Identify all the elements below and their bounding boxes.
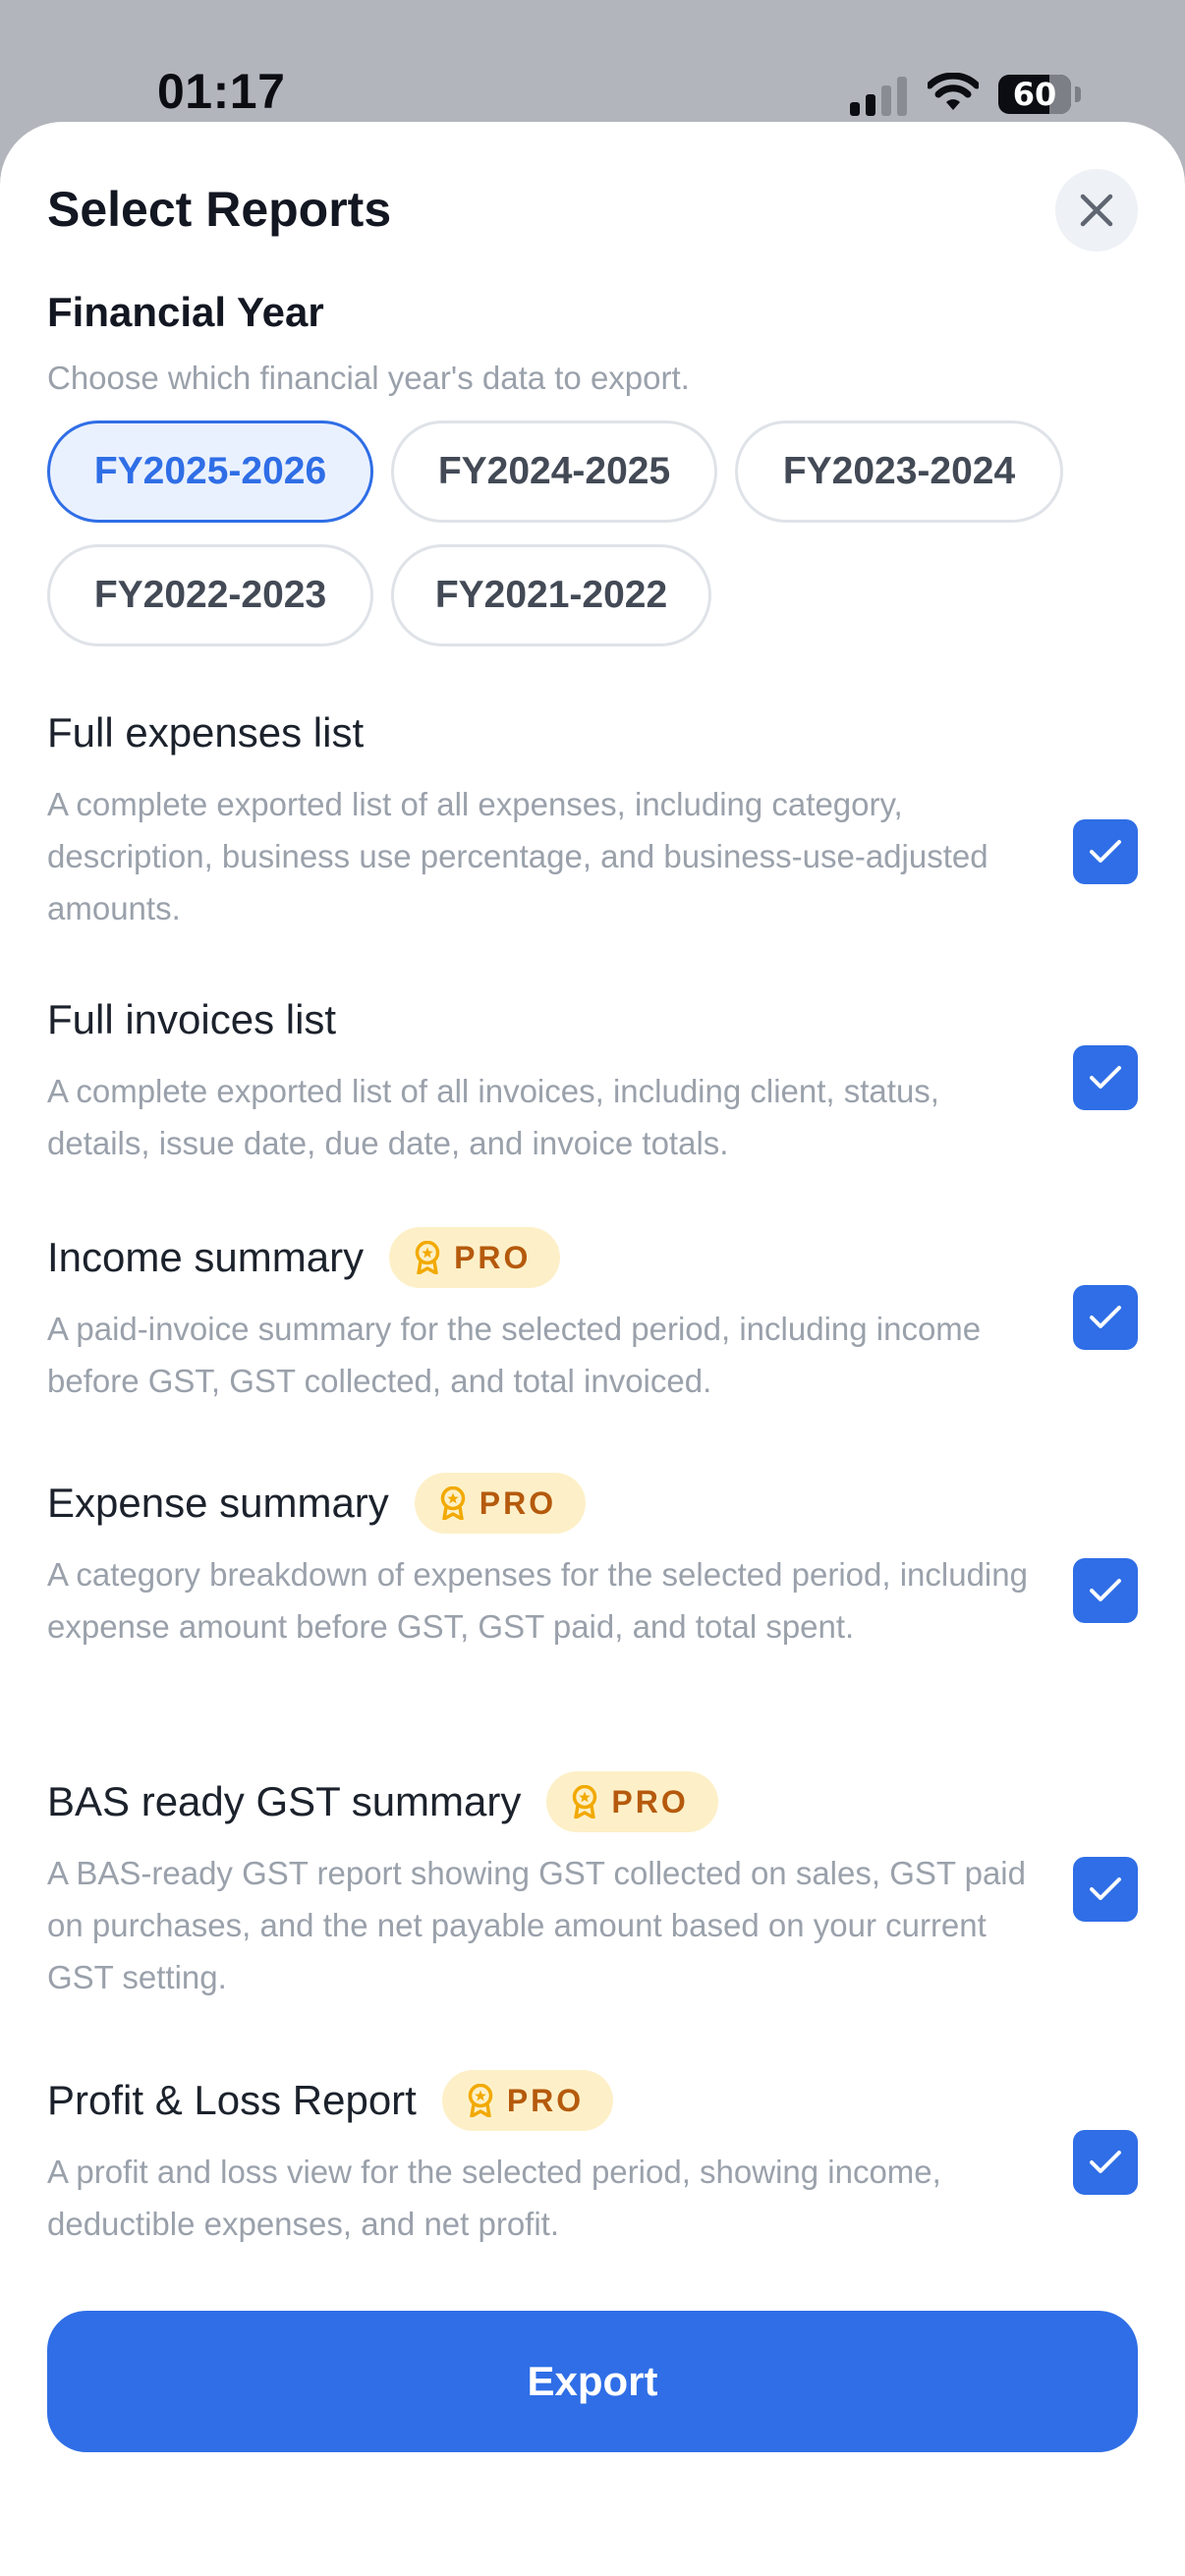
- report-checkbox[interactable]: [1073, 819, 1138, 884]
- pro-badge-label: PRO: [611, 1783, 689, 1820]
- checkmark-icon: [1090, 1066, 1121, 1089]
- financial-year-section: Financial Year Choose which financial ye…: [47, 289, 1138, 656]
- checkmark-icon: [1090, 1579, 1121, 1601]
- status-time: 01:17: [157, 64, 286, 119]
- report-title-row: Profit & Loss Report PRO: [47, 2069, 1138, 2132]
- status-bar: 01:17 60: [0, 0, 1185, 123]
- close-button[interactable]: [1055, 169, 1138, 252]
- report-income-summary: Income summary PRO A paid-invoice summar…: [47, 1226, 1138, 1407]
- sheet-title: Select Reports: [47, 182, 392, 237]
- report-title: Income summary: [47, 1234, 365, 1280]
- report-title: Full invoices list: [47, 996, 337, 1042]
- fy-chip-2022-2023[interactable]: FY2022-2023: [47, 544, 373, 646]
- report-checkbox[interactable]: [1073, 1045, 1138, 1110]
- report-profit-and-loss: Profit & Loss Report PRO A profit and lo…: [47, 2069, 1138, 2250]
- fy-chip-2021-2022[interactable]: FY2021-2022: [391, 544, 711, 646]
- report-full-invoices-list: Full invoices list A complete exported l…: [47, 988, 1138, 1169]
- battery-icon: 60: [998, 75, 1071, 114]
- pro-badge-label: PRO: [506, 2082, 585, 2118]
- battery-level: 60: [1012, 76, 1057, 113]
- award-medal-icon: [468, 2084, 493, 2117]
- close-icon: [1080, 194, 1113, 227]
- battery-tip: [1075, 86, 1081, 102]
- report-title-row: Income summary PRO: [47, 1226, 1138, 1289]
- pro-badge: PRO: [546, 1771, 718, 1832]
- report-checkbox[interactable]: [1073, 1285, 1138, 1350]
- report-checkbox[interactable]: [1073, 1857, 1138, 1922]
- award-medal-icon: [440, 1486, 466, 1520]
- financial-year-heading: Financial Year: [47, 289, 324, 335]
- checkmark-icon: [1090, 1306, 1121, 1328]
- report-title-row: BAS ready GST summary PRO: [47, 1770, 1138, 1833]
- report-title-row: Full expenses list: [47, 701, 1138, 764]
- report-bas-ready-gst-summary: BAS ready GST summary PRO A BAS-ready GS…: [47, 1770, 1138, 2003]
- export-button[interactable]: Export: [47, 2311, 1138, 2452]
- checkmark-icon: [1090, 1877, 1121, 1900]
- fy-chip-2025-2026[interactable]: FY2025-2026: [47, 420, 373, 523]
- pro-badge: PRO: [389, 1227, 561, 1288]
- select-reports-sheet: Select Reports Financial Year Choose whi…: [0, 122, 1185, 2576]
- wifi-icon: [928, 73, 979, 110]
- checkmark-icon: [1090, 840, 1121, 863]
- report-title-row: Expense summary PRO: [47, 1472, 1138, 1535]
- cellular-signal-icon: [850, 77, 907, 116]
- report-title: Expense summary: [47, 1480, 389, 1526]
- report-description: A BAS-ready GST report showing GST colle…: [47, 1855, 1026, 1995]
- report-title: Profit & Loss Report: [47, 2077, 417, 2123]
- report-description: A complete exported list of all invoices…: [47, 1073, 939, 1161]
- report-expense-summary: Expense summary PRO A category breakdown…: [47, 1472, 1138, 1652]
- fy-chip-2024-2025[interactable]: FY2024-2025: [391, 420, 717, 523]
- pro-badge-label: PRO: [454, 1239, 532, 1275]
- report-description: A complete exported list of all expenses…: [47, 786, 988, 926]
- report-checkbox[interactable]: [1073, 1558, 1138, 1623]
- financial-year-description: Choose which financial year's data to ex…: [47, 360, 690, 396]
- report-checkbox[interactable]: [1073, 2130, 1138, 2195]
- report-description: A paid-invoice summary for the selected …: [47, 1311, 982, 1399]
- financial-year-options: FY2025-2026 FY2024-2025 FY2023-2024 FY20…: [47, 420, 1138, 656]
- pro-badge-label: PRO: [479, 1484, 557, 1521]
- pro-badge: PRO: [441, 2070, 614, 2131]
- report-title-row: Full invoices list: [47, 988, 1138, 1051]
- award-medal-icon: [573, 1785, 597, 1819]
- report-title: BAS ready GST summary: [47, 1778, 522, 1824]
- report-description: A category breakdown of expenses for the…: [47, 1556, 1028, 1645]
- report-full-expenses-list: Full expenses list A complete exported l…: [47, 701, 1138, 934]
- pro-badge: PRO: [414, 1473, 587, 1534]
- checkmark-icon: [1090, 2151, 1121, 2173]
- fy-chip-2023-2024[interactable]: FY2023-2024: [735, 420, 1063, 523]
- report-title: Full expenses list: [47, 709, 365, 756]
- award-medal-icon: [415, 1241, 440, 1274]
- report-description: A profit and loss view for the selected …: [47, 2154, 941, 2242]
